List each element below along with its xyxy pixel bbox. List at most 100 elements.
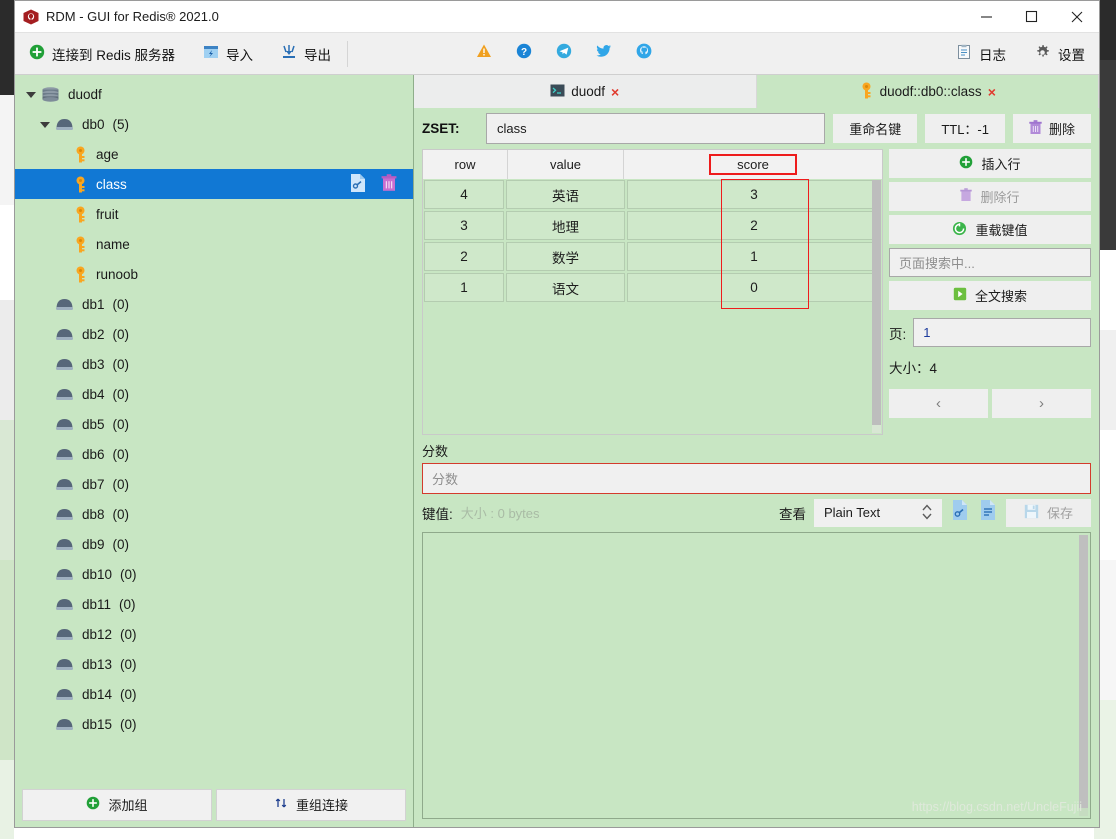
plus-circle-icon [86,796,100,813]
tree-item-db14[interactable]: db14 (0) [15,679,413,709]
save-button[interactable]: 保存 [1005,498,1091,527]
tab-close-icon[interactable]: × [611,84,619,100]
insert-row-button[interactable]: 插入行 [889,149,1091,178]
tree-item-db11[interactable]: db11 (0) [15,589,413,619]
tree-item-db9[interactable]: db9 (0) [15,529,413,559]
github-icon[interactable] [636,43,652,64]
table-row[interactable]: 2 数学 1 [423,241,882,272]
tree-item-class[interactable]: class [15,169,413,199]
tab-duodf::db0::class[interactable]: duodf::db0::class × [756,75,1099,108]
trash-icon [1029,119,1042,138]
tree-item-duodf[interactable]: duodf [15,79,413,109]
delete-key-icon[interactable] [381,173,397,195]
column-header-value[interactable]: value [508,150,624,179]
reload-value-button[interactable]: 重载键值 [889,215,1091,244]
tree-item-count: (0) [112,506,130,522]
score-input[interactable]: 分数 [422,462,1091,494]
next-page-button[interactable]: › [992,389,1091,418]
link-format-icon[interactable] [950,499,970,526]
close-button[interactable] [1054,1,1099,32]
table-cell-score[interactable]: 0 [627,273,881,302]
full-text-search-button[interactable]: 全文搜索 [889,281,1091,310]
table-row[interactable]: 1 语文 0 [423,272,882,303]
editor-scrollbar[interactable] [1079,534,1088,816]
table-row[interactable]: 4 英语 3 [423,179,882,210]
tree-item-fruit[interactable]: fruit [15,199,413,229]
tree-item-db7[interactable]: db7 (0) [15,469,413,499]
rename-key-button[interactable]: 重命名键 [833,114,918,143]
table-cell-score[interactable]: 2 [627,211,881,240]
connect-to-redis-button[interactable]: 连接到 Redis 服务器 [15,33,189,74]
telegram-icon[interactable] [556,43,572,64]
tree-item-age[interactable]: age [15,139,413,169]
help-icon[interactable]: ? [516,43,532,64]
warning-icon[interactable] [476,43,492,64]
copy-key-icon[interactable] [349,173,367,196]
column-header-row[interactable]: row [423,150,508,179]
expand-arrow-icon[interactable] [25,88,38,101]
tree-item-db8[interactable]: db8 (0) [15,499,413,529]
export-button[interactable]: 导出 [267,33,345,74]
table-cell-row[interactable]: 4 [424,180,504,209]
table-cell-score[interactable]: 1 [627,242,881,271]
log-label: 日志 [979,47,1006,63]
settings-button[interactable]: 设置 [1020,33,1099,74]
tree-item-count: (0) [112,326,130,342]
log-button[interactable]: 日志 [942,33,1020,74]
export-icon [281,44,297,63]
prev-page-button[interactable]: ‹ [889,389,988,418]
table-cell-row[interactable]: 3 [424,211,504,240]
expand-arrow-icon[interactable] [39,118,52,131]
table-cell-value[interactable]: 地理 [506,211,625,240]
tree-item-db0[interactable]: db0 (5) [15,109,413,139]
delete-row-button[interactable]: 删除行 [889,182,1091,211]
tree-item-count: (0) [112,416,130,432]
table-cell-row[interactable]: 2 [424,242,504,271]
tree-item-label: db5 [82,416,105,432]
view-mode-select[interactable]: Plain Text [813,498,942,527]
tree-item-db10[interactable]: db10 (0) [15,559,413,589]
tree-item-db6[interactable]: db6 (0) [15,439,413,469]
database-icon [55,717,74,731]
connections-tree: duodf db0 (5) age class fruit name runoob db1 (0)… [15,75,413,782]
tree-item-label: duodf [68,86,102,102]
column-header-score[interactable]: score [624,150,882,179]
reconnect-button[interactable]: 重组连接 [216,788,406,821]
table-cell-value[interactable]: 语文 [506,273,625,302]
table-cell-value[interactable]: 数学 [506,242,625,271]
text-format-icon[interactable] [978,499,998,526]
import-button[interactable]: 导入 [189,33,267,74]
table-cell-row[interactable]: 1 [424,273,504,302]
key-header-row: ZSET: class 重命名键 TTL：-1 删除 [414,108,1099,149]
table-cell-score[interactable]: 3 [627,180,881,209]
table-row[interactable]: 3 地理 2 [423,210,882,241]
key-name-input[interactable]: class [486,113,826,144]
maximize-button[interactable] [1009,1,1054,32]
tree-item-db4[interactable]: db4 (0) [15,379,413,409]
tree-item-db1[interactable]: db1 (0) [15,289,413,319]
value-editor[interactable]: https://blog.csdn.net/UncleFujii [422,531,1091,819]
tree-item-label: db10 [82,566,113,582]
tree-item-name[interactable]: name [15,229,413,259]
tab-close-icon[interactable]: × [988,84,996,100]
delete-key-button[interactable]: 删除 [1012,114,1091,143]
page-input[interactable]: 1 [913,318,1091,347]
twitter-icon[interactable] [596,43,612,64]
tree-item-runoob[interactable]: runoob [15,259,413,289]
tree-item-db15[interactable]: db15 (0) [15,709,413,739]
table-header-row: row value score [422,149,883,179]
tab-duodf[interactable]: duodf × [414,75,757,108]
tree-item-db2[interactable]: db2 (0) [15,319,413,349]
tree-item-label: db6 [82,446,105,462]
ttl-button[interactable]: TTL：-1 [925,114,1005,143]
page-search-input[interactable]: 页面搜索中... [889,248,1091,277]
tree-item-db3[interactable]: db3 (0) [15,349,413,379]
tree-item-db12[interactable]: db12 (0) [15,619,413,649]
table-cell-value[interactable]: 英语 [506,180,625,209]
minimize-button[interactable] [964,1,1009,32]
add-group-button[interactable]: 添加组 [22,788,212,821]
table-vertical-scrollbar[interactable] [872,180,881,433]
tree-item-db5[interactable]: db5 (0) [15,409,413,439]
tree-item-db13[interactable]: db13 (0) [15,649,413,679]
tree-item-label: runoob [96,266,139,282]
